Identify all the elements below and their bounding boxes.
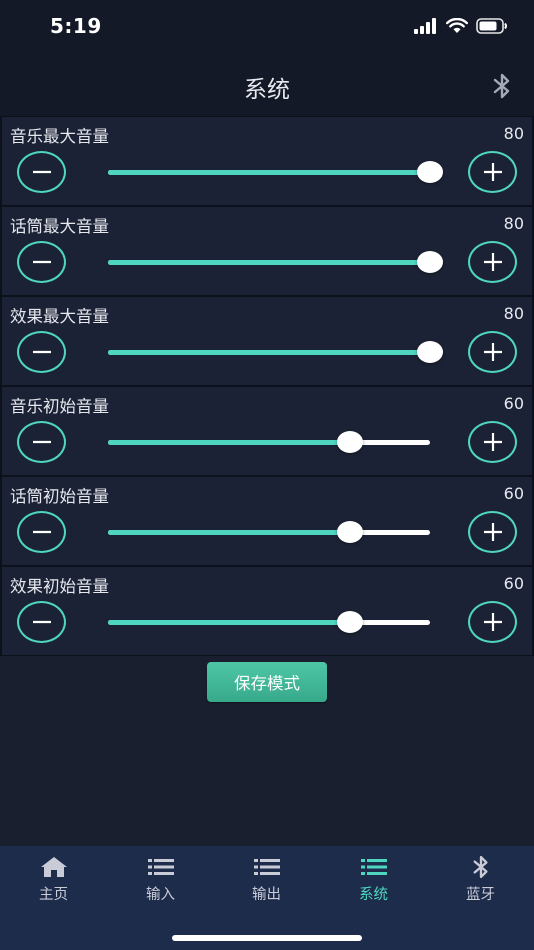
plus-icon [483, 433, 502, 451]
slider-fill [108, 260, 430, 265]
minus-icon [32, 170, 51, 174]
tab-label: 输入 [146, 887, 175, 903]
slider-thumb[interactable] [417, 251, 443, 273]
list-icon [360, 859, 387, 875]
slider-thumb[interactable] [336, 611, 363, 633]
status-bar: 5:19 [0, 0, 534, 58]
slider-thumb[interactable] [417, 341, 443, 363]
home-indicator [172, 935, 362, 941]
slider-thumb[interactable] [417, 161, 443, 183]
slider-value: 60 [503, 484, 524, 503]
status-time: 5:19 [50, 14, 102, 38]
increase-button[interactable] [468, 331, 517, 373]
slider-label: 话筒最大音量 [10, 217, 109, 236]
slider-row: 音乐初始音量 60 [0, 386, 534, 476]
home-icon [40, 857, 67, 877]
tab-home[interactable]: 主页 [0, 854, 107, 910]
list-icon [253, 859, 280, 875]
cellular-signal-icon [414, 18, 436, 34]
slider-label: 音乐最大音量 [10, 127, 109, 146]
save-mode-button[interactable]: 保存模式 [207, 662, 327, 702]
slider-row: 效果初始音量 60 [0, 566, 534, 656]
minus-icon [32, 260, 51, 264]
volume-slider[interactable] [108, 251, 443, 273]
tab-label: 主页 [39, 887, 68, 903]
slider-value: 60 [503, 394, 524, 413]
plus-icon [483, 523, 502, 541]
slider-row: 音乐最大音量 80 [0, 116, 534, 206]
status-icons [414, 18, 508, 34]
minus-icon [32, 620, 51, 624]
decrease-button[interactable] [17, 331, 66, 373]
plus-icon [483, 343, 502, 361]
tab-label: 系统 [359, 887, 388, 903]
battery-icon [476, 18, 507, 34]
slider-label: 效果初始音量 [10, 577, 109, 596]
increase-button[interactable] [468, 151, 517, 193]
tab-input[interactable]: 输入 [107, 854, 214, 910]
decrease-button[interactable] [17, 601, 66, 643]
slider-value: 80 [503, 124, 524, 143]
plus-icon [483, 253, 502, 271]
slider-fill [108, 440, 350, 445]
slider-row: 话筒最大音量 80 [0, 206, 534, 296]
volume-slider[interactable] [108, 341, 443, 363]
decrease-button[interactable] [17, 421, 66, 463]
plus-icon [483, 613, 502, 631]
slider-fill [108, 350, 430, 355]
bluetooth-icon [473, 855, 488, 879]
plus-icon [483, 163, 502, 181]
volume-slider[interactable] [108, 161, 443, 183]
decrease-button[interactable] [17, 241, 66, 283]
tab-label: 输出 [252, 887, 281, 903]
volume-slider[interactable] [108, 431, 430, 453]
decrease-button[interactable] [17, 151, 66, 193]
slider-row: 效果最大音量 80 [0, 296, 534, 386]
slider-row: 话筒初始音量 60 [0, 476, 534, 566]
slider-fill [108, 170, 430, 175]
increase-button[interactable] [468, 511, 517, 553]
page-title: 系统 [244, 77, 290, 103]
volume-slider[interactable] [108, 611, 430, 633]
slider-label: 话筒初始音量 [10, 487, 109, 506]
decrease-button[interactable] [17, 511, 66, 553]
slider-list: 音乐最大音量 80 话筒最大音量 80 效果最大音量 80 音乐初始音量 60 … [0, 116, 534, 656]
tab-label: 蓝牙 [466, 887, 495, 903]
tab-bluetooth[interactable]: 蓝牙 [427, 854, 534, 910]
list-icon [147, 859, 174, 875]
slider-label: 音乐初始音量 [10, 397, 109, 416]
tab-system[interactable]: 系统 [320, 854, 427, 910]
bluetooth-icon [493, 73, 510, 99]
volume-slider[interactable] [108, 521, 430, 543]
slider-fill [108, 620, 350, 625]
nav-bar: 系统 [0, 58, 534, 116]
minus-icon [32, 350, 51, 354]
slider-fill [108, 530, 350, 535]
slider-thumb[interactable] [336, 431, 363, 453]
slider-value: 80 [503, 214, 524, 233]
slider-thumb[interactable] [336, 521, 363, 543]
increase-button[interactable] [468, 241, 517, 283]
wifi-icon [446, 18, 468, 33]
slider-value: 80 [503, 304, 524, 323]
tab-output[interactable]: 输出 [213, 854, 320, 910]
minus-icon [32, 530, 51, 534]
minus-icon [32, 440, 51, 444]
increase-button[interactable] [468, 601, 517, 643]
increase-button[interactable] [468, 421, 517, 463]
slider-label: 效果最大音量 [10, 307, 109, 326]
bluetooth-button[interactable] [492, 72, 512, 104]
slider-value: 60 [503, 574, 524, 593]
